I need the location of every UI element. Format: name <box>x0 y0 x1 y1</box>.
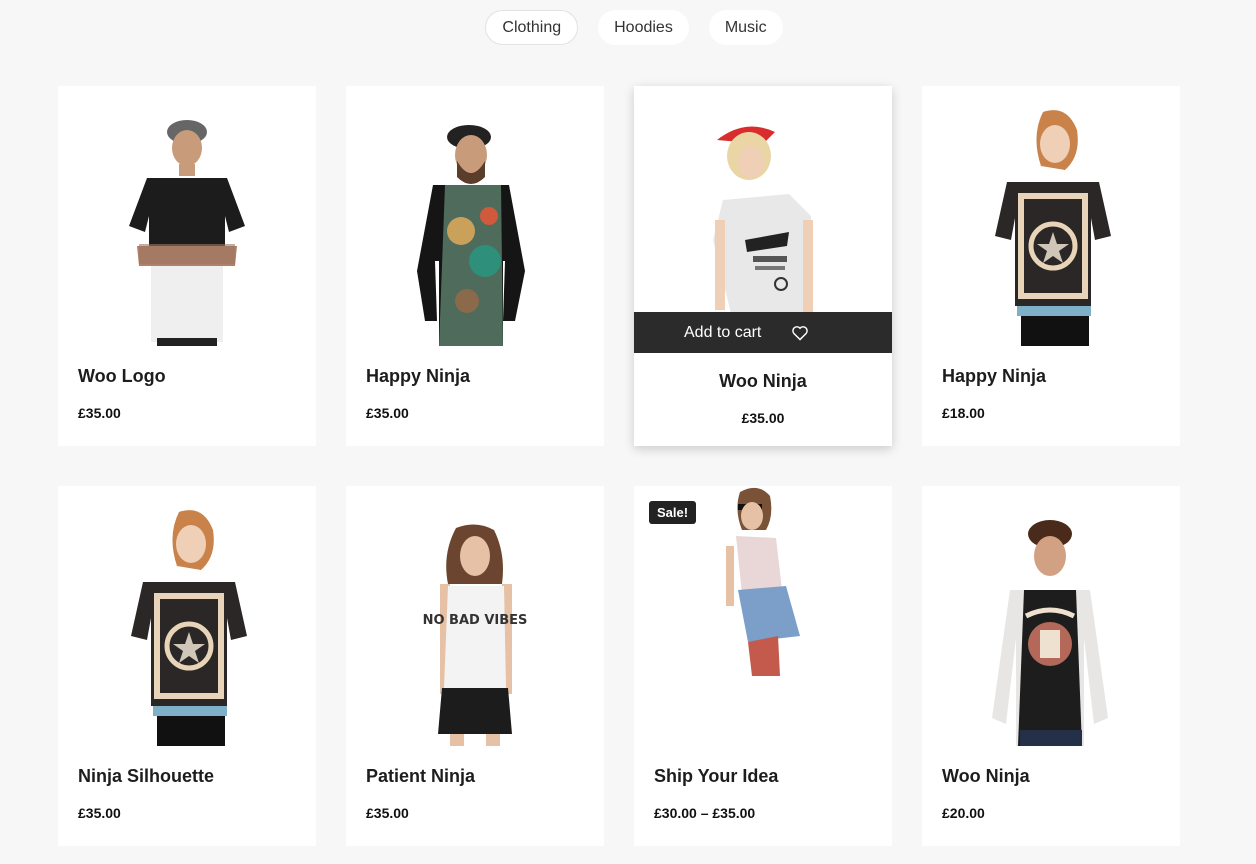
filter-clothing[interactable]: Clothing <box>485 10 579 45</box>
product-price: £30.00 – £35.00 <box>654 805 756 821</box>
product-title[interactable]: Happy Ninja <box>942 366 1046 387</box>
product-card[interactable]: Woo Logo £35.00 <box>58 86 316 446</box>
product-price: £35.00 <box>78 805 121 821</box>
product-image[interactable] <box>634 86 892 346</box>
product-title[interactable]: Woo Ninja <box>942 766 1030 787</box>
product-card[interactable]: Add to cart Woo Ninja £35.00 <box>634 86 892 446</box>
product-card[interactable]: Sale! Ship Your Idea £30.00 – £35.00 <box>634 486 892 846</box>
product-card[interactable]: NO BAD VIBES Patient Ninja £35.00 <box>346 486 604 846</box>
product-title[interactable]: Ninja Silhouette <box>78 766 214 787</box>
product-title[interactable]: Woo Ninja <box>634 371 892 392</box>
product-photo-man-raglan-graphic <box>992 520 1108 746</box>
product-image[interactable] <box>58 486 316 746</box>
tee-print-text: NO BAD VIBES <box>423 613 528 628</box>
product-image[interactable] <box>58 86 316 346</box>
product-photo-woman-denim-shorts <box>726 487 800 676</box>
add-to-cart-button[interactable]: Add to cart <box>684 324 761 342</box>
product-card[interactable]: Ninja Silhouette £35.00 <box>58 486 316 846</box>
product-photo-woman-bandana-tee <box>995 110 1111 346</box>
product-card[interactable]: Happy Ninja £35.00 <box>346 86 604 446</box>
product-photo-woman-bandana-tee-2 <box>131 510 247 746</box>
product-photo-man-raglan-print <box>417 125 525 346</box>
product-price: £35.00 <box>741 410 785 426</box>
product-card[interactable]: Woo Ninja £20.00 <box>922 486 1180 846</box>
product-image[interactable] <box>346 86 604 346</box>
product-photo-man-black-white-tee <box>129 120 245 346</box>
product-price: £35.00 <box>78 405 121 421</box>
product-title[interactable]: Patient Ninja <box>366 766 475 787</box>
filter-music[interactable]: Music <box>708 10 783 45</box>
product-photo-woman-no-bad-vibes: NO BAD VIBES <box>423 524 528 746</box>
product-title[interactable]: Woo Logo <box>78 366 166 387</box>
product-card[interactable]: Happy Ninja £18.00 <box>922 86 1180 446</box>
filter-hoodies[interactable]: Hoodies <box>598 10 689 45</box>
product-title[interactable]: Happy Ninja <box>366 366 470 387</box>
category-filters: Clothing Hoodies Music <box>0 10 1256 45</box>
product-price: £18.00 <box>942 405 985 421</box>
product-grid: Woo Logo £35.00 Happy Ninja £35.00 Add t… <box>58 86 1180 846</box>
product-price: £20.00 <box>942 805 985 821</box>
product-price: £35.00 <box>366 805 409 821</box>
product-image[interactable] <box>634 486 892 746</box>
product-image[interactable]: NO BAD VIBES <box>346 486 604 746</box>
product-image[interactable] <box>922 486 1180 746</box>
product-price: £35.00 <box>366 405 409 421</box>
hover-actions-bar: Add to cart <box>634 312 892 353</box>
heart-icon[interactable] <box>791 325 809 341</box>
product-title[interactable]: Ship Your Idea <box>654 766 778 787</box>
product-image[interactable] <box>922 86 1180 346</box>
